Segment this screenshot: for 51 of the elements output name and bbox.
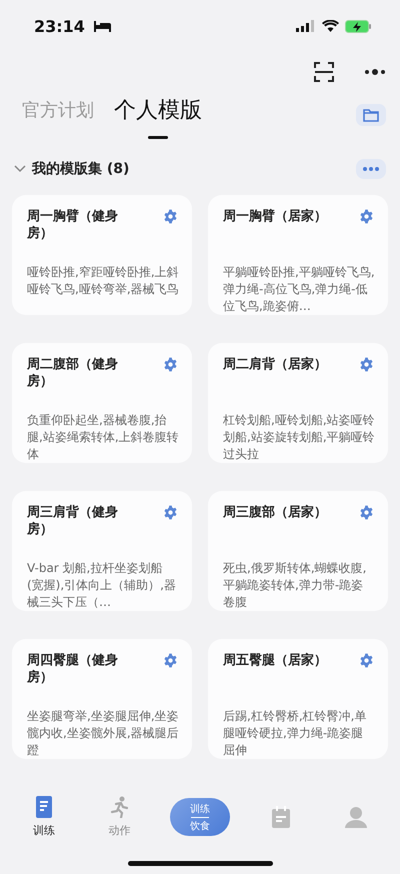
template-title: 周一胸臂（健身房） xyxy=(27,208,119,242)
settings-icon[interactable] xyxy=(359,209,374,224)
settings-icon[interactable] xyxy=(359,357,374,372)
exercise-list: 死虫,俄罗斯转体,蝴蝶收腹,平躺跪姿转体,弹力带-跪姿卷腹 xyxy=(223,560,375,611)
template-card[interactable]: 周三腹部（居家） 死虫,俄罗斯转体,蝴蝶收腹,平躺跪姿转体,弹力带-跪姿卷腹 xyxy=(208,491,388,611)
template-title: 周一胸臂（居家） xyxy=(223,208,328,225)
document-icon xyxy=(36,796,52,818)
template-card[interactable]: 周一胸臂（健身房） 哑铃卧推,窄距哑铃卧推,上斜哑铃飞鸟,哑铃弯举,器械飞鸟 xyxy=(12,195,192,315)
chevron-down-icon[interactable] xyxy=(14,165,26,173)
settings-icon[interactable] xyxy=(359,505,374,520)
template-title: 周三肩背（健身房） xyxy=(27,504,119,538)
exercise-list: 杠铃划船,哑铃划船,站姿哑铃划船,站姿旋转划船,平躺哑铃过头拉 xyxy=(223,412,375,463)
settings-icon[interactable] xyxy=(163,357,178,372)
wifi-icon xyxy=(322,20,339,32)
exercise-list: 负重仰卧起坐,器械卷腹,抬腿,站姿绳索转体,上斜卷腹转体 xyxy=(27,412,179,463)
running-person-icon xyxy=(110,796,128,818)
scan-icon[interactable] xyxy=(314,62,334,82)
template-card[interactable]: 周二肩背（居家） 杠铃划船,哑铃划船,站姿哑铃划船,站姿旋转划船,平躺哑铃过头拉 xyxy=(208,343,388,463)
template-title: 周三腹部（居家） xyxy=(223,504,328,521)
calendar-icon xyxy=(272,806,290,828)
settings-icon[interactable] xyxy=(163,653,178,668)
template-title: 周二肩背（居家） xyxy=(223,356,328,373)
folder-button[interactable] xyxy=(356,104,386,126)
template-card[interactable]: 周四臀腿（健身房） 坐姿腿弯举,坐姿腿屈伸,坐姿髋内收,坐姿髋外展,器械腿后蹬 xyxy=(12,639,192,759)
battery-charging-icon xyxy=(345,20,372,32)
exercise-list: V-bar 划船,拉杆坐姿划船 (宽握),引体向上（辅助）,器械三头下压（… xyxy=(27,560,179,611)
exercise-list: 平躺哑铃卧推,平躺哑铃飞鸟,弹力绳-高位飞鸟,弹力绳-低位飞鸟,跪姿俯… xyxy=(223,264,375,315)
nav-item[interactable]: 训练 xyxy=(18,796,69,838)
template-card[interactable]: 周三肩背（健身房） V-bar 划船,拉杆坐姿划船 (宽握),引体向上（辅助）,器械三头下压（… xyxy=(12,491,192,611)
signal-icon xyxy=(296,20,316,32)
exercise-list: 哑铃卧推,窄距哑铃卧推,上斜哑铃飞鸟,哑铃弯举,器械飞鸟 xyxy=(27,264,179,298)
settings-icon[interactable] xyxy=(163,209,178,224)
exercise-list: 坐姿腿弯举,坐姿腿屈伸,坐姿髋内收,坐姿髋外展,器械腿后蹬 xyxy=(27,708,179,759)
more-button[interactable] xyxy=(356,159,386,179)
folder-icon xyxy=(363,108,379,122)
template-card[interactable]: 周五臀腿（居家） 后踢,杠铃臀桥,杠铃臀冲,单腿哑铃硬拉,弹力绳-跪姿腿屈伸 xyxy=(208,639,388,759)
settings-icon[interactable] xyxy=(359,653,374,668)
train-diet-toggle[interactable]: 训练 饮食 xyxy=(170,798,230,836)
template-title: 周五臀腿（居家） xyxy=(223,652,328,669)
template-card[interactable]: 周二腹部（健身房） 负重仰卧起坐,器械卷腹,抬腿,站姿绳索转体,上斜卷腹转体 xyxy=(12,343,192,463)
more-icon[interactable] xyxy=(364,69,386,75)
template-title: 周二腹部（健身房） xyxy=(27,356,119,390)
more-icon xyxy=(363,167,379,171)
bed-icon xyxy=(92,20,111,32)
settings-icon[interactable] xyxy=(163,505,178,520)
exercise-list: 后踢,杠铃臀桥,杠铃臀冲,单腿哑铃硬拉,弹力绳-跪姿腿屈伸 xyxy=(223,708,375,759)
template-card[interactable]: 周一胸臂（居家） 平躺哑铃卧推,平躺哑铃飞鸟,弹力绳-高位飞鸟,弹力绳-低位飞鸟,跪姿俯… xyxy=(208,195,388,315)
person-icon xyxy=(345,806,368,828)
section-title: 我的模版集 (8) xyxy=(32,160,130,178)
status-time: 23:14 xyxy=(34,16,85,36)
template-title: 周四臀腿（健身房） xyxy=(27,652,119,686)
